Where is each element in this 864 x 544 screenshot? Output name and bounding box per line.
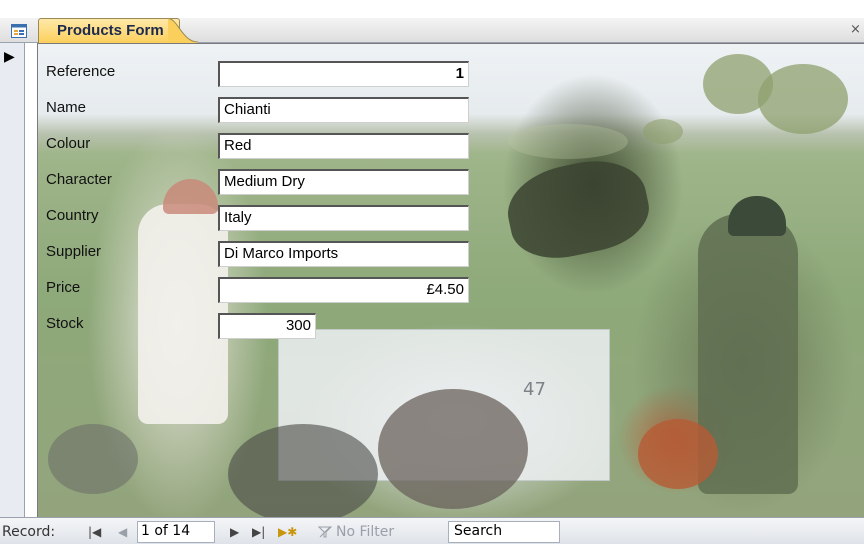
field-supplier: Supplier Di Marco Imports [38,238,498,267]
character-label: Character [46,171,112,188]
supplier-input[interactable]: Di Marco Imports [218,241,469,267]
record-pointer-icon: ▶ [4,49,15,65]
field-name: Name Chianti [38,94,498,123]
field-colour: Colour Red [38,130,498,159]
tab-curve-decoration [168,18,198,43]
record-label: Record: [2,524,56,540]
reference-label: Reference [46,63,116,80]
colour-label: Colour [46,135,91,152]
document-tab-strip: Products Form × [0,0,864,43]
record-selector[interactable]: ▶ [0,43,25,517]
country-input[interactable]: Italy [218,205,469,231]
colour-input[interactable]: Red [218,133,469,159]
next-record-icon[interactable]: ▶ [230,524,239,540]
field-reference: Reference 1 [38,58,498,87]
field-country: Country Italy [38,202,498,231]
new-record-icon[interactable]: ▶✱ [278,524,297,540]
first-record-icon[interactable]: |◀ [88,524,101,540]
search-input[interactable]: Search [448,521,560,543]
previous-record-icon[interactable]: ◀ [118,524,127,540]
price-input[interactable]: £4.50 [218,277,469,303]
no-filter-button[interactable]: No Filter [336,524,394,540]
reference-input[interactable]: 1 [218,61,469,87]
supplier-label: Supplier [46,243,102,260]
name-input[interactable]: Chianti [218,97,469,123]
stock-input[interactable]: 300 [218,313,316,339]
tab-title[interactable]: Products Form [57,22,164,39]
field-stock: Stock 300 [38,310,498,339]
record-navigation-bar: Record: |◀ ◀ 1 of 14 ▶ ▶| ▶✱ No Filter S… [0,517,864,544]
stock-label: Stock [46,315,84,332]
filter-icon [318,526,332,538]
character-input[interactable]: Medium Dry [218,169,469,195]
field-price: Price £4.50 [38,274,498,303]
current-record-input[interactable]: 1 of 14 [137,521,215,543]
crate-number-graphic: 47 [523,379,546,400]
form-body: ▶ 47 Reference 1 Name Chianti Colour Red… [0,43,864,517]
name-label: Name [46,99,87,116]
price-label: Price [46,279,81,296]
form-detail-section: 47 Reference 1 Name Chianti Colour Red C… [37,43,864,517]
form-icon [0,19,38,43]
reference-value: 1 [455,65,464,82]
country-label: Country [46,207,99,224]
field-character: Character Medium Dry [38,166,498,195]
last-record-icon[interactable]: ▶| [252,524,265,540]
close-icon[interactable]: × [850,22,861,37]
